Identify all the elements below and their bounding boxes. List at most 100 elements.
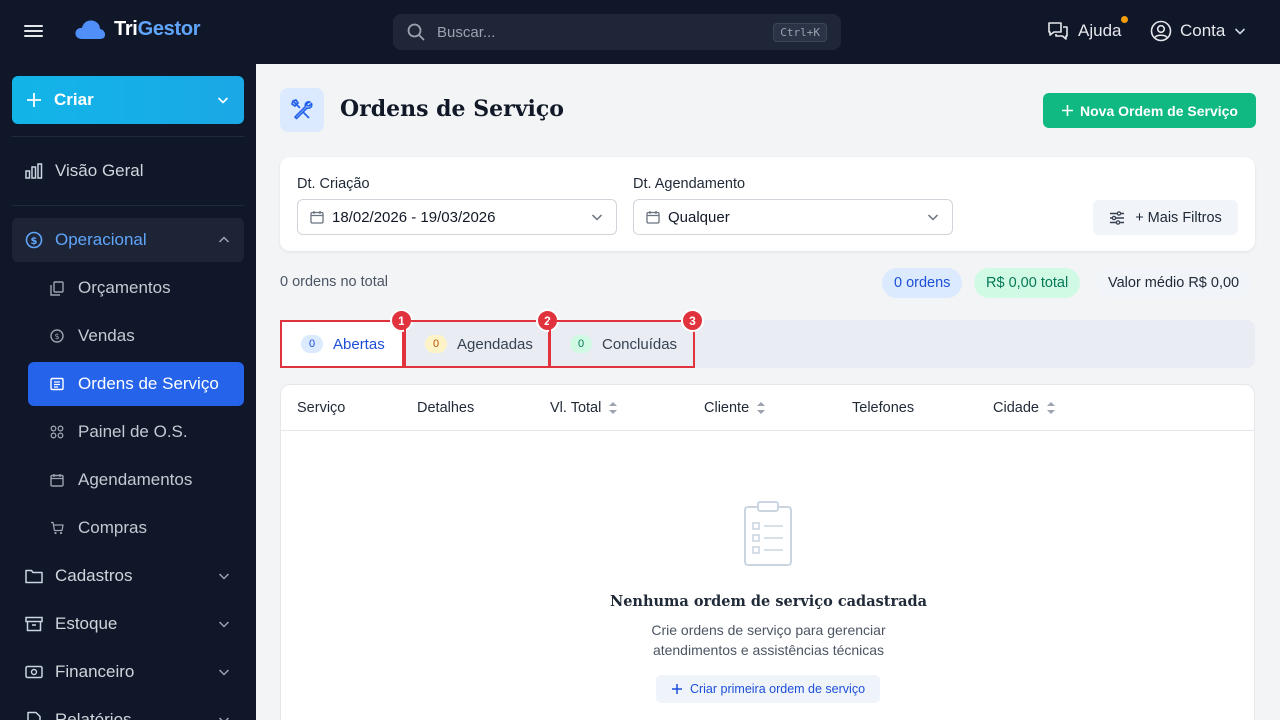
- sidebar-item-quotes[interactable]: Orçamentos: [28, 266, 244, 310]
- account-label: Conta: [1180, 21, 1226, 40]
- sidebar-item-service-orders[interactable]: Ordens de Serviço: [28, 362, 244, 406]
- cloud-logo-icon: [75, 19, 106, 39]
- empty-clipboard-icon: [744, 501, 792, 566]
- divider: [12, 205, 244, 206]
- account-menu[interactable]: Conta: [1150, 20, 1247, 42]
- sidebar-item-overview[interactable]: Visão Geral: [12, 149, 244, 193]
- total-value-pill: R$ 0,00 total: [974, 268, 1081, 298]
- sidebar-item-financial[interactable]: Financeiro: [12, 650, 244, 694]
- user-circle-icon: [1150, 20, 1172, 42]
- notification-dot: [1121, 16, 1128, 23]
- search-input[interactable]: Buscar... Ctrl+K: [393, 14, 841, 50]
- sort-icon: [609, 402, 618, 414]
- average-value-pill: Valor médio R$ 0,00: [1096, 268, 1252, 298]
- tab-count: 0: [301, 335, 323, 353]
- more-filters-label: + Mais Filtros: [1135, 209, 1222, 226]
- chevron-down-icon: [218, 573, 230, 580]
- sidebar-item-label: Cadastros: [55, 566, 133, 585]
- create-first-order-button[interactable]: Criar primeira ordem de serviço: [656, 675, 880, 703]
- sidebar-item-label: Agendamentos: [78, 470, 193, 489]
- chevron-down-icon: [591, 214, 603, 221]
- create-label: Criar: [54, 90, 94, 109]
- sidebar-item-label: Operacional: [55, 230, 147, 249]
- chevron-down-icon: [217, 97, 229, 104]
- tab-scheduled[interactable]: 0 Agendadas 2: [404, 309, 559, 368]
- sidebar-item-stock[interactable]: Estoque: [12, 602, 244, 646]
- documents-icon: [50, 280, 64, 296]
- app-logo[interactable]: TriGestor: [74, 18, 201, 41]
- divider: [12, 136, 244, 137]
- archive-icon: [25, 616, 43, 632]
- chevron-down-icon: [218, 669, 230, 676]
- clipboard-list-icon: [50, 377, 64, 391]
- plus-icon: [671, 684, 682, 694]
- sidebar-item-os-panel[interactable]: Painel de O.S.: [28, 410, 244, 454]
- help-label: Ajuda: [1078, 21, 1122, 40]
- sidebar-item-reports[interactable]: Relatórios: [12, 698, 244, 720]
- search-icon: [407, 23, 425, 41]
- chevron-down-icon: [218, 717, 230, 720]
- more-filters-button[interactable]: + Mais Filtros: [1093, 200, 1238, 235]
- plus-icon: [27, 93, 41, 107]
- dollar-icon: $: [25, 231, 43, 249]
- sort-icon: [1046, 402, 1055, 414]
- help-button[interactable]: Ajuda: [1046, 16, 1128, 42]
- sidebar-item-purchases[interactable]: Compras: [28, 506, 244, 550]
- folder-icon: [25, 569, 43, 584]
- tab-completed[interactable]: 0 Concluídas 3: [549, 309, 704, 368]
- tab-open[interactable]: 0 Abertas 1: [280, 309, 413, 368]
- coin-icon: $: [50, 329, 64, 343]
- tab-marker-badge: 3: [681, 309, 704, 332]
- empty-desc-line: atendimentos e assistências técnicas: [652, 642, 885, 658]
- empty-desc-line: Crie ordens de serviço para gerenciar: [651, 622, 886, 638]
- empty-state-title: Nenhuma ordem de serviço cadastrada: [609, 593, 928, 610]
- calendar-icon: [50, 474, 64, 487]
- menu-icon[interactable]: [24, 22, 48, 42]
- created-date-select[interactable]: 18/02/2026 - 19/03/2026: [297, 199, 617, 235]
- column-header-service[interactable]: Serviço: [297, 400, 345, 416]
- new-service-order-button[interactable]: Nova Ordem de Serviço: [1043, 93, 1256, 128]
- sidebar-item-operational[interactable]: $ Operacional: [12, 218, 244, 262]
- scheduled-date-select[interactable]: Qualquer: [633, 199, 953, 235]
- sidebar-item-label: Painel de O.S.: [78, 422, 188, 441]
- sidebar-item-label: Estoque: [55, 614, 118, 633]
- plus-icon: [1062, 105, 1074, 116]
- column-header-client[interactable]: Cliente: [704, 400, 766, 416]
- chevron-down-icon: [218, 621, 230, 628]
- column-header-total[interactable]: Vl. Total: [550, 400, 618, 416]
- report-icon: [27, 711, 41, 720]
- main-content: Ordens de Serviço Nova Ordem de Serviço …: [256, 64, 1280, 720]
- create-first-order-label: Criar primeira ordem de serviço: [689, 682, 866, 696]
- sidebar-item-label: Relatórios: [55, 710, 132, 720]
- create-button[interactable]: Criar: [12, 76, 244, 124]
- filters-card: Dt. Criação 18/02/2026 - 19/03/2026 Dt. …: [280, 157, 1255, 251]
- page-icon: [280, 88, 324, 132]
- sidebar: Criar Visão Geral $ Operacional Orçament…: [0, 64, 256, 720]
- service-orders-table: Serviço Detalhes Vl. Total Cliente Telef…: [280, 384, 1255, 720]
- column-header-details[interactable]: Detalhes: [417, 400, 474, 416]
- sidebar-item-sales[interactable]: $ Vendas: [28, 314, 244, 358]
- new-button-label: Nova Ordem de Serviço: [1080, 102, 1238, 119]
- search-placeholder: Buscar...: [437, 23, 496, 41]
- sidebar-item-label: Financeiro: [55, 662, 135, 681]
- app-name: TriGestor: [114, 18, 201, 40]
- svg-text:$: $: [31, 236, 38, 247]
- column-header-city[interactable]: Cidade: [993, 400, 1055, 416]
- total-count-text: 0 ordens no total: [280, 274, 389, 290]
- sidebar-item-label: Ordens de Serviço: [78, 374, 219, 393]
- top-bar: TriGestor Buscar... Ctrl+K Ajuda Conta: [0, 0, 1280, 64]
- tab-label: Agendadas: [457, 335, 533, 353]
- sidebar-item-appointments[interactable]: Agendamentos: [28, 458, 244, 502]
- bar-chart-icon: [25, 163, 43, 179]
- money-icon: [25, 665, 43, 679]
- sidebar-item-registers[interactable]: Cadastros: [12, 554, 244, 598]
- scheduled-date-label: Dt. Agendamento: [633, 176, 746, 192]
- empty-state-description: Crie ordens de serviço para gerenciar at…: [281, 620, 1256, 660]
- column-header-phones[interactable]: Telefones: [852, 400, 914, 416]
- calendar-icon: [310, 211, 324, 224]
- sort-icon: [757, 402, 766, 414]
- sliders-icon: [1110, 210, 1125, 225]
- sidebar-item-label: Visão Geral: [55, 161, 144, 180]
- scheduled-date-value: Qualquer: [668, 208, 730, 226]
- tab-label: Concluídas: [602, 335, 678, 353]
